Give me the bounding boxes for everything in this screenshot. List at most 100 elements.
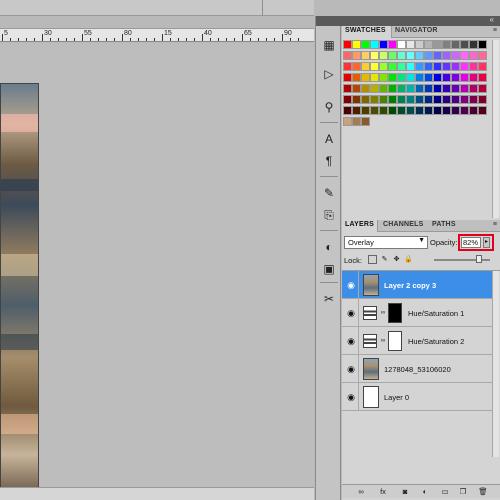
adjustments-icon[interactable]: ◐ bbox=[320, 238, 338, 256]
blend-mode-select[interactable]: Overlay ▼ bbox=[344, 236, 428, 249]
color-swatch[interactable] bbox=[397, 51, 406, 60]
color-swatch[interactable] bbox=[469, 84, 478, 93]
color-swatch[interactable] bbox=[478, 84, 487, 93]
color-swatch[interactable] bbox=[433, 51, 442, 60]
color-swatch[interactable] bbox=[469, 73, 478, 82]
eye-icon[interactable]: ◉ bbox=[346, 364, 356, 374]
color-swatch[interactable] bbox=[361, 73, 370, 82]
color-swatch[interactable] bbox=[388, 73, 397, 82]
color-swatch[interactable] bbox=[379, 84, 388, 93]
color-swatch[interactable] bbox=[433, 95, 442, 104]
color-swatch[interactable] bbox=[442, 73, 451, 82]
color-swatch[interactable] bbox=[424, 73, 433, 82]
new-layer-icon[interactable]: ❐ bbox=[458, 487, 468, 497]
color-swatch[interactable] bbox=[406, 62, 415, 71]
masks-icon[interactable]: ▣ bbox=[320, 260, 338, 278]
color-swatch[interactable] bbox=[406, 95, 415, 104]
color-swatch[interactable] bbox=[469, 40, 478, 49]
horizontal-scrollbar[interactable] bbox=[0, 487, 314, 500]
color-swatch[interactable] bbox=[397, 106, 406, 115]
color-swatch[interactable] bbox=[361, 84, 370, 93]
color-swatch[interactable] bbox=[388, 40, 397, 49]
lock-all-icon[interactable]: 🔒 bbox=[404, 255, 413, 264]
color-swatch[interactable] bbox=[478, 106, 487, 115]
eye-icon[interactable]: ◉ bbox=[346, 308, 356, 318]
color-swatch[interactable] bbox=[343, 95, 352, 104]
color-swatch[interactable] bbox=[415, 62, 424, 71]
opacity-field[interactable]: 82% bbox=[461, 237, 481, 248]
color-swatch[interactable] bbox=[352, 84, 361, 93]
tab-channels[interactable]: CHANNELS bbox=[380, 220, 426, 232]
color-swatch[interactable] bbox=[370, 84, 379, 93]
color-swatch[interactable] bbox=[361, 106, 370, 115]
color-swatch[interactable] bbox=[424, 40, 433, 49]
color-swatch[interactable] bbox=[442, 106, 451, 115]
collapse-icon[interactable]: « bbox=[490, 15, 494, 24]
panel-menu-icon[interactable]: ≡ bbox=[493, 27, 497, 34]
actions-icon[interactable]: ▷ bbox=[320, 65, 338, 83]
color-swatch[interactable] bbox=[433, 84, 442, 93]
color-swatch[interactable] bbox=[451, 73, 460, 82]
link-icon[interactable]: ∞ bbox=[356, 487, 366, 497]
color-swatch[interactable] bbox=[361, 62, 370, 71]
swatches-scrollbar[interactable] bbox=[492, 40, 499, 218]
color-swatch[interactable] bbox=[406, 51, 415, 60]
color-swatch[interactable] bbox=[379, 73, 388, 82]
color-swatch[interactable] bbox=[388, 106, 397, 115]
layers-scrollbar[interactable] bbox=[492, 271, 499, 457]
color-swatch[interactable] bbox=[370, 62, 379, 71]
layer-name[interactable]: Layer 2 copy 3 bbox=[384, 281, 436, 290]
character-icon[interactable]: A bbox=[320, 130, 338, 148]
color-swatch[interactable] bbox=[370, 95, 379, 104]
color-swatch[interactable] bbox=[451, 51, 460, 60]
color-swatch[interactable] bbox=[352, 62, 361, 71]
color-swatch[interactable] bbox=[352, 106, 361, 115]
color-swatch[interactable] bbox=[460, 73, 469, 82]
canvas-area[interactable] bbox=[0, 43, 314, 500]
color-swatch[interactable] bbox=[451, 40, 460, 49]
color-swatch[interactable] bbox=[361, 40, 370, 49]
color-swatch[interactable] bbox=[469, 95, 478, 104]
color-swatch[interactable] bbox=[370, 40, 379, 49]
tool-presets-icon[interactable]: ⚲ bbox=[320, 98, 338, 116]
color-swatch[interactable] bbox=[424, 51, 433, 60]
color-swatch[interactable] bbox=[388, 51, 397, 60]
eye-icon[interactable]: ◉ bbox=[346, 392, 356, 402]
color-swatch[interactable] bbox=[352, 95, 361, 104]
color-swatch[interactable] bbox=[379, 62, 388, 71]
color-swatch[interactable] bbox=[451, 106, 460, 115]
color-swatch[interactable] bbox=[406, 106, 415, 115]
color-swatch[interactable] bbox=[478, 62, 487, 71]
lock-position-icon[interactable]: ✥ bbox=[392, 255, 401, 264]
color-swatch[interactable] bbox=[397, 84, 406, 93]
color-swatch[interactable] bbox=[388, 95, 397, 104]
fill-slider-thumb[interactable] bbox=[476, 255, 482, 263]
trash-icon[interactable]: 🗑 bbox=[478, 487, 488, 497]
color-swatch[interactable] bbox=[370, 73, 379, 82]
color-swatch[interactable] bbox=[343, 117, 352, 126]
layer-row[interactable]: ◉ ∞ Hue/Saturation 1 bbox=[342, 299, 492, 327]
color-swatch[interactable] bbox=[433, 106, 442, 115]
layer-row[interactable]: ◉ Layer 2 copy 3 bbox=[342, 271, 492, 299]
color-swatch[interactable] bbox=[415, 40, 424, 49]
lock-transparency-icon[interactable] bbox=[368, 255, 377, 264]
dock-collapse-bar[interactable]: « bbox=[342, 15, 500, 26]
color-swatch[interactable] bbox=[442, 40, 451, 49]
color-swatch[interactable] bbox=[451, 95, 460, 104]
tab-swatches[interactable]: SWATCHES bbox=[342, 26, 392, 38]
color-swatch[interactable] bbox=[397, 73, 406, 82]
color-swatch[interactable] bbox=[343, 62, 352, 71]
color-swatch[interactable] bbox=[379, 95, 388, 104]
link-icon[interactable]: ∞ bbox=[380, 338, 386, 344]
color-swatch[interactable] bbox=[415, 106, 424, 115]
collapse-bar[interactable] bbox=[316, 16, 342, 26]
color-swatch[interactable] bbox=[460, 106, 469, 115]
add-mask-icon[interactable]: ◙ bbox=[400, 487, 410, 497]
color-swatch[interactable] bbox=[469, 62, 478, 71]
color-swatch[interactable] bbox=[406, 73, 415, 82]
color-swatch[interactable] bbox=[451, 84, 460, 93]
color-swatch[interactable] bbox=[343, 84, 352, 93]
color-swatch[interactable] bbox=[406, 84, 415, 93]
color-swatch[interactable] bbox=[424, 106, 433, 115]
layer-mask-thumbnail[interactable] bbox=[388, 331, 402, 351]
